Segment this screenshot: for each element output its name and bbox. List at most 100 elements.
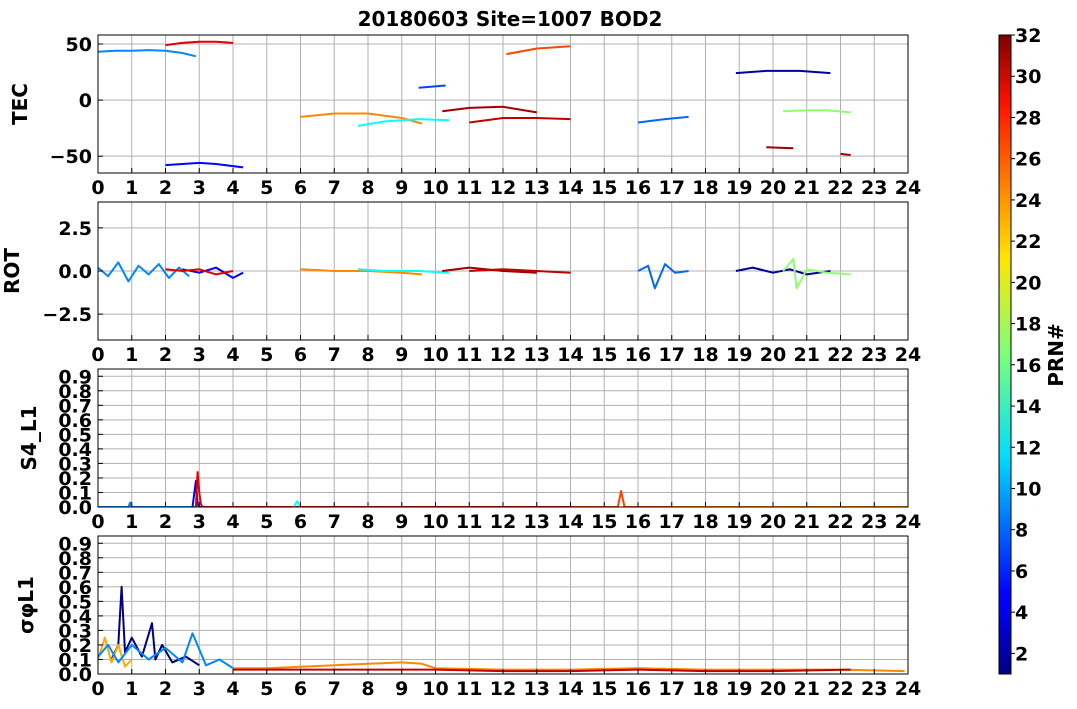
x-tick-label: 3 [193, 344, 206, 366]
x-tick-label: 5 [260, 344, 273, 366]
x-tick-label: 2 [159, 344, 172, 366]
x-tick-label: 24 [895, 678, 921, 700]
series-line-prn29 [194, 471, 571, 507]
x-tick-label: 8 [361, 678, 374, 700]
colorbar-tick-label: 18 [1015, 314, 1041, 336]
y-tick-label: 0.9 [58, 366, 92, 388]
x-tick-label: 19 [726, 177, 752, 199]
x-tick-label: 3 [193, 177, 206, 199]
x-tick-label: 12 [490, 511, 516, 533]
x-tick-label: 5 [260, 678, 273, 700]
x-tick-label: 4 [226, 344, 239, 366]
series-line-prn9 [98, 501, 196, 507]
figure: 20180603 Site=1007 BOD2 0 1 2 3 4 5 6 7 8 9 10 11 12… [0, 7, 1068, 700]
y-tick-label: −50 [50, 146, 92, 168]
x-tick-label: 7 [328, 177, 341, 199]
x-tick-label: 15 [591, 678, 617, 700]
x-tick-label: 16 [625, 511, 651, 533]
x-tick-label: 0 [91, 344, 104, 366]
series-line-prn17 [783, 109, 851, 114]
x-tick-label: 19 [726, 678, 752, 700]
y-axis-label: S4_L1 [17, 406, 41, 471]
x-tick-label: 14 [557, 511, 583, 533]
colorbar-tick-label: 12 [1015, 437, 1041, 459]
x-tick-label: 17 [659, 678, 685, 700]
x-tick-label: 10 [422, 511, 448, 533]
x-tick-label: 9 [395, 511, 408, 533]
colorbar-tick-label: 2 [1015, 643, 1028, 665]
series-line-prn5 [165, 161, 244, 169]
colorbar-tick-label: 10 [1015, 478, 1041, 500]
x-tick-label: 7 [328, 344, 341, 366]
y-tick-label: −2.5 [42, 304, 92, 326]
x-tick-label: 2 [159, 678, 172, 700]
colorbar-tick-label: 4 [1015, 602, 1028, 624]
x-tick-label: 2 [159, 177, 172, 199]
y-tick-label: 2.5 [58, 218, 92, 240]
colorbar-tick-label: 32 [1015, 25, 1041, 47]
colorbar-tick-label: 20 [1015, 272, 1041, 294]
panel-rot: 0 1 2 3 4 5 6 7 8 9 10 11 12 13 14 15 16 17 18 19 20 21 22 23 24… [0, 201, 921, 366]
panel-sigphi: 0 1 2 3 4 5 6 7 8 9 10 11 12 13 14 15 16 17 18 19 20 21 22 23 24… [14, 533, 921, 700]
x-tick-label: 1 [125, 511, 138, 533]
series-line-prn8 [637, 263, 689, 290]
x-tick-label: 5 [260, 511, 273, 533]
x-tick-label: 0 [91, 177, 104, 199]
x-tick-label: 20 [760, 511, 786, 533]
x-tick-label: 24 [895, 177, 921, 199]
x-tick-label: 19 [726, 344, 752, 366]
x-tick-label: 11 [456, 177, 482, 199]
x-tick-label: 21 [794, 511, 820, 533]
x-tick-label: 0 [91, 678, 104, 700]
x-tick-label: 21 [794, 177, 820, 199]
x-tick-label: 17 [659, 344, 685, 366]
panel-s4: 0 1 2 3 4 5 6 7 8 9 10 11 12 13 14 15 16 17 18 19 20 21 22 23 24… [17, 366, 921, 533]
series-line-prn2 [735, 69, 831, 75]
x-tick-label: 18 [692, 678, 718, 700]
x-tick-label: 15 [591, 344, 617, 366]
x-tick-label: 10 [422, 678, 448, 700]
x-tick-label: 0 [91, 511, 104, 533]
x-tick-label: 12 [490, 344, 516, 366]
x-tick-label: 8 [361, 344, 374, 366]
x-tick-label: 7 [328, 678, 341, 700]
y-tick-label: 0.0 [58, 261, 92, 283]
x-tick-label: 7 [328, 511, 341, 533]
x-tick-label: 16 [625, 344, 651, 366]
x-tick-label: 1 [125, 344, 138, 366]
x-tick-label: 8 [361, 177, 374, 199]
x-tick-label: 4 [226, 678, 239, 700]
x-tick-label: 22 [827, 678, 853, 700]
colorbar-tick-label: 28 [1015, 107, 1041, 129]
x-tick-label: 22 [827, 344, 853, 366]
x-tick-label: 13 [524, 344, 550, 366]
x-tick-label: 9 [395, 344, 408, 366]
series-line-prn9 [98, 49, 197, 58]
series-line-prn31 [840, 152, 851, 156]
x-tick-label: 6 [294, 177, 307, 199]
x-tick-label: 3 [193, 511, 206, 533]
x-tick-label: 20 [760, 678, 786, 700]
x-tick-label: 10 [422, 344, 448, 366]
x-tick-label: 6 [294, 344, 307, 366]
x-tick-label: 17 [659, 511, 685, 533]
x-tick-label: 1 [125, 678, 138, 700]
x-tick-label: 20 [760, 177, 786, 199]
series-line-prn26 [570, 490, 672, 507]
y-axis-label: TEC [8, 83, 32, 125]
x-tick-label: 20 [760, 344, 786, 366]
x-tick-label: 13 [524, 678, 550, 700]
x-tick-label: 23 [861, 678, 887, 700]
x-tick-label: 23 [861, 177, 887, 199]
x-tick-label: 23 [861, 344, 887, 366]
x-tick-label: 24 [895, 344, 921, 366]
x-tick-label: 16 [625, 678, 651, 700]
series-line-prn8 [637, 115, 689, 124]
colorbar-label: PRN# [1044, 323, 1068, 387]
x-tick-label: 16 [625, 177, 651, 199]
series-line-prn9 [98, 261, 190, 283]
y-tick-label: 50 [66, 34, 92, 56]
x-tick-label: 14 [557, 177, 583, 199]
x-tick-label: 14 [557, 344, 583, 366]
colorbar-tick-label: 14 [1015, 396, 1041, 418]
